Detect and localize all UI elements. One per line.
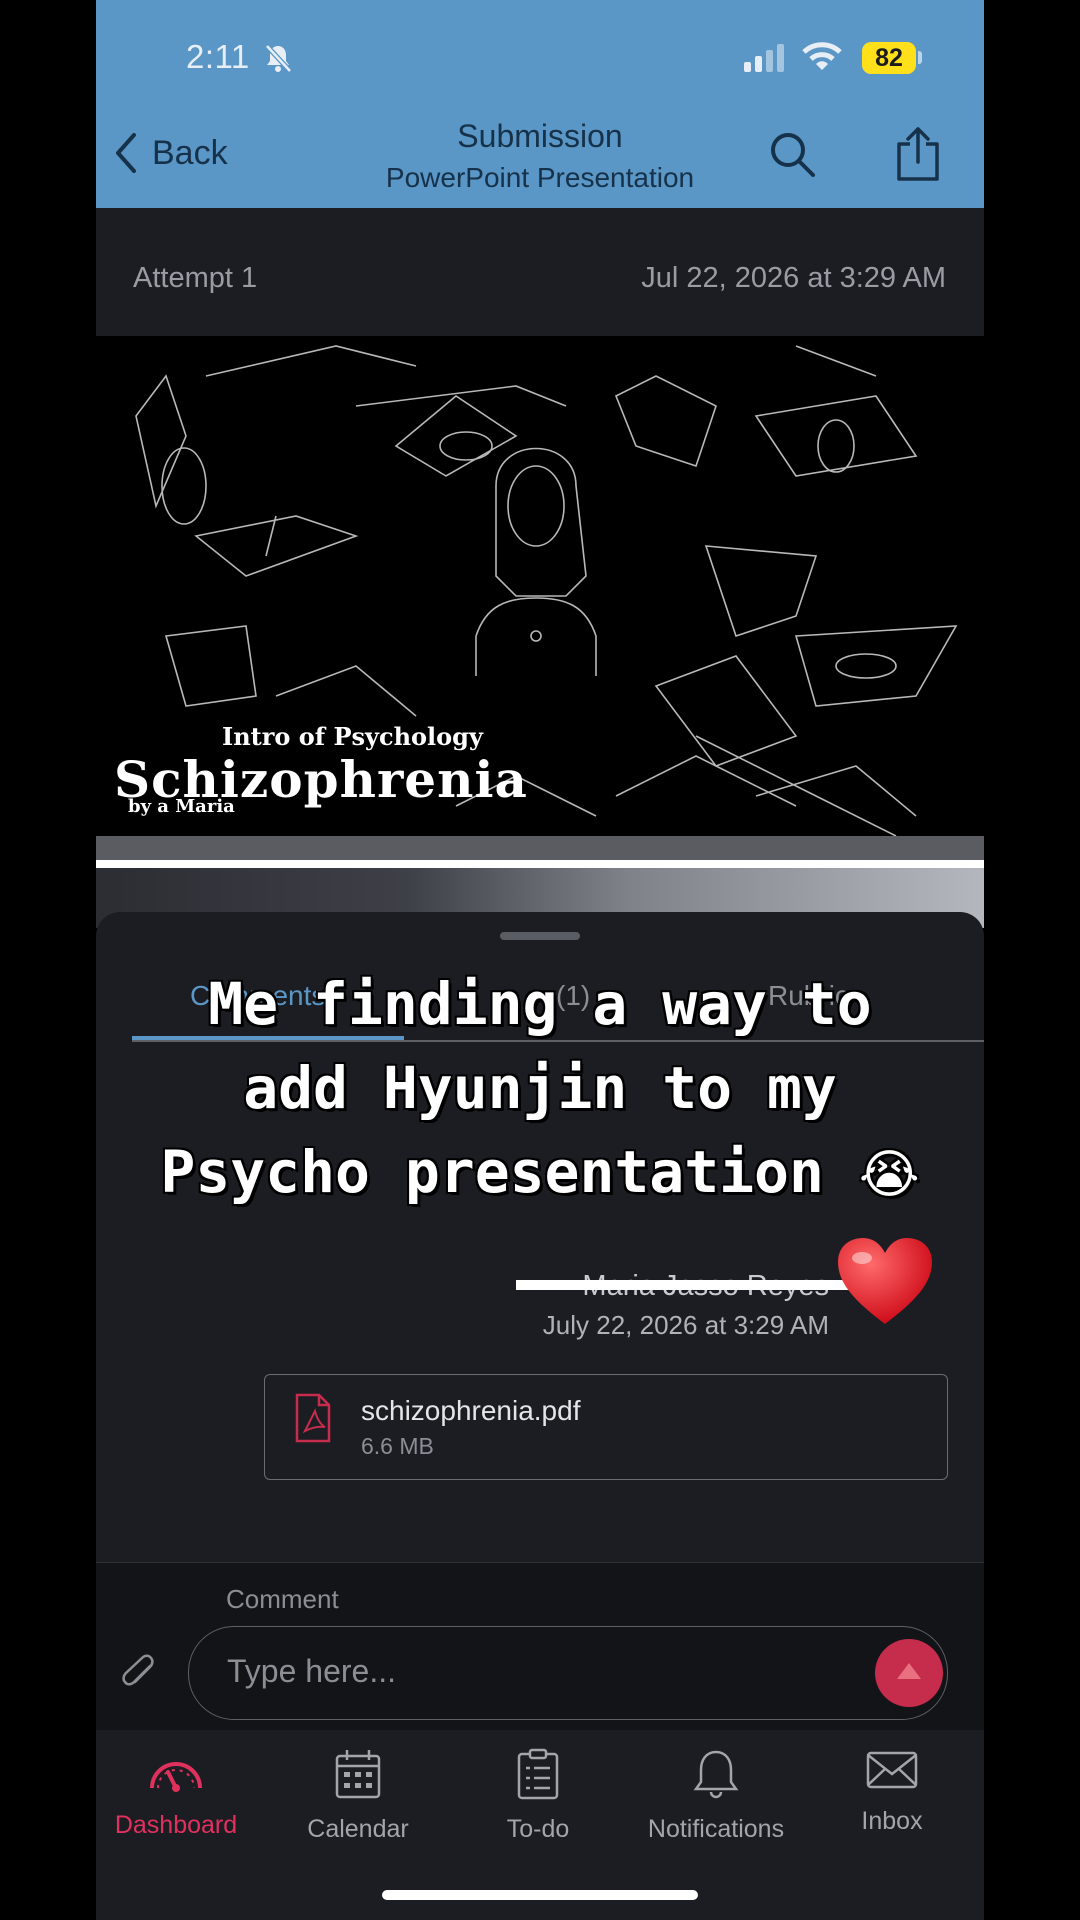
comment-input[interactable]: Type here... [188,1626,948,1720]
crying-emoji: 😭 [858,1145,920,1205]
status-time: 2:11 [186,38,250,75]
slide-subtitle: Intro of Psychology [222,722,483,751]
header: 2:11 82 Back Submission PowerPoint Prese… [96,0,984,208]
battery-icon: 82 [862,42,916,74]
wifi-icon [802,42,842,77]
tab-calendar-label: Calendar [307,1815,409,1843]
search-icon[interactable] [768,130,816,183]
tab-todo[interactable]: To-do [458,1748,618,1844]
caption-line-1: Me finding a way to [208,970,872,1038]
caption-line-3: Psycho presentation 😭 [96,1130,984,1217]
dashboard-icon [150,1762,202,1792]
calendar-icon [335,1750,381,1799]
share-icon[interactable] [896,126,940,187]
caption-line-3-text: Psycho presentation [160,1138,824,1206]
pdf-icon [293,1393,333,1448]
tab-calendar[interactable]: Calendar [278,1748,438,1844]
arrow-up-icon [897,1663,921,1679]
tab-notifications[interactable]: Notifications [636,1748,796,1844]
slide-preview[interactable]: Intro of Psychology Schizophrenia by a M… [96,336,984,836]
tab-inbox[interactable]: Inbox [812,1748,972,1836]
battery-tip [918,51,922,64]
redaction-bar [516,1280,884,1290]
sheet-handle[interactable] [500,932,580,940]
meme-caption: Me finding a way to add Hyunjin to my Ps… [96,962,984,1217]
attempt-row[interactable]: Attempt 1 Jul 22, 2026 at 3:29 AM [96,208,984,336]
slide-divider [96,836,984,860]
page-title: Submission [457,118,623,154]
tab-notifications-label: Notifications [647,1815,785,1843]
heart-icon [836,1236,934,1331]
bell-icon [693,1750,739,1799]
page-subtitle: PowerPoint Presentation [385,162,695,193]
tab-todo-label: To-do [506,1815,570,1843]
comments-sheet: Comments (1) Rubric Me finding a way to … [96,912,984,1562]
bell-slash-icon [262,42,294,79]
send-button[interactable] [875,1639,943,1707]
app-screen: 2:11 82 Back Submission PowerPoint Prese… [96,0,984,1920]
caption-line-2: add Hyunjin to my [243,1054,837,1122]
attempt-date: Jul 22, 2026 at 3:29 AM [641,262,946,294]
home-indicator[interactable] [382,1890,698,1900]
file-size: 6.6 MB [361,1433,434,1459]
slide-author: by a Maria [128,796,235,817]
comment-date: July 22, 2026 at 3:29 AM [542,1310,829,1340]
signal-icon [744,44,784,72]
tab-dashboard-label: Dashboard [114,1811,238,1839]
tab-inbox-label: Inbox [861,1807,923,1835]
tab-dashboard[interactable]: Dashboard [96,1748,256,1840]
paperclip-icon[interactable] [120,1654,160,1699]
comment-placeholder: Type here... [227,1653,396,1689]
todo-icon [517,1748,559,1800]
file-name: schizophrenia.pdf [361,1395,581,1426]
attachment-card[interactable]: schizophrenia.pdf 6.6 MB [264,1374,948,1480]
composer-divider [96,1562,984,1563]
inbox-icon [866,1751,918,1789]
comment-label: Comment [226,1584,339,1614]
attempt-label: Attempt 1 [133,262,258,294]
slide-separator [96,860,984,868]
